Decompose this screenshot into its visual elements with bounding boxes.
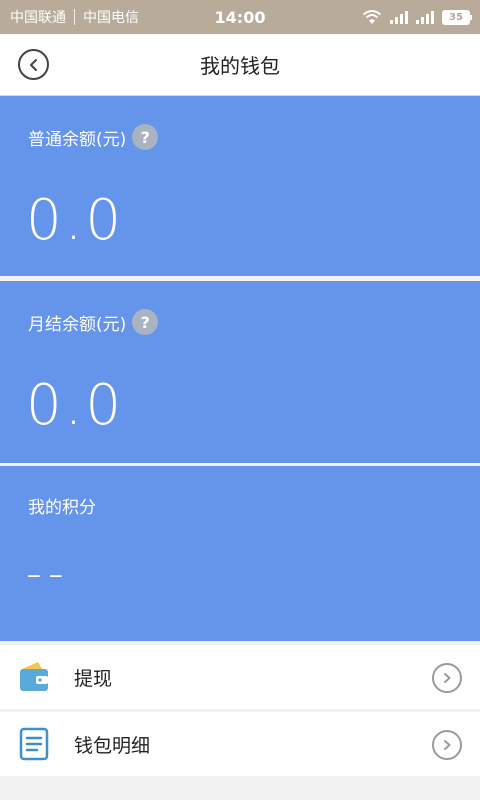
help-icon[interactable]: ? xyxy=(132,309,159,335)
status-bar: 中国联通 中国电信 14:00 35 xyxy=(0,0,480,34)
status-time: 14:00 xyxy=(214,7,266,27)
points-card: 我的积分 -- xyxy=(0,466,480,641)
document-icon xyxy=(18,726,50,762)
carrier-separator xyxy=(74,9,75,25)
withdraw-label: 提现 xyxy=(74,667,113,690)
wallet-detail-label: 钱包明细 xyxy=(74,734,151,757)
carrier-1-label: 中国联通 xyxy=(10,10,66,26)
signal-1-icon xyxy=(390,10,408,24)
normal-balance-card: 普通余额(元) ? 0.0 xyxy=(0,96,480,276)
carrier-2-label: 中国电信 xyxy=(83,10,139,26)
chevron-right-icon xyxy=(432,663,462,693)
points-label: 我的积分 xyxy=(28,498,96,518)
normal-balance-label: 普通余额(元) xyxy=(28,129,127,150)
status-indicators: 35 xyxy=(362,9,472,25)
monthly-balance-label-row: 月结余额(元) ? xyxy=(28,309,159,335)
wallet-icon xyxy=(18,659,50,695)
points-label-row: 我的积分 xyxy=(28,493,96,518)
help-icon[interactable]: ? xyxy=(132,124,159,150)
signal-2-icon xyxy=(416,10,434,24)
bottom-spacer xyxy=(0,776,480,800)
wallet-detail-row[interactable]: 钱包明细 xyxy=(0,712,480,776)
withdraw-row[interactable]: 提现 xyxy=(0,645,480,709)
carrier-info: 中国联通 中国电信 xyxy=(10,7,139,27)
monthly-balance-card: 月结余额(元) ? 0.0 xyxy=(0,281,480,463)
battery-icon: 35 xyxy=(442,9,472,25)
normal-balance-value: 0.0 xyxy=(26,188,125,253)
chevron-right-icon xyxy=(432,730,462,760)
page-title: 我的钱包 xyxy=(200,54,280,78)
back-circle-icon xyxy=(29,58,37,71)
monthly-balance-label: 月结余额(元) xyxy=(28,314,127,335)
wifi-icon xyxy=(362,10,382,24)
normal-balance-label-row: 普通余额(元) ? xyxy=(28,124,159,150)
points-value: -- xyxy=(26,548,70,599)
monthly-balance-value: 0.0 xyxy=(26,373,125,438)
back-button[interactable] xyxy=(18,49,49,80)
title-bar: 我的钱包 xyxy=(0,34,480,96)
